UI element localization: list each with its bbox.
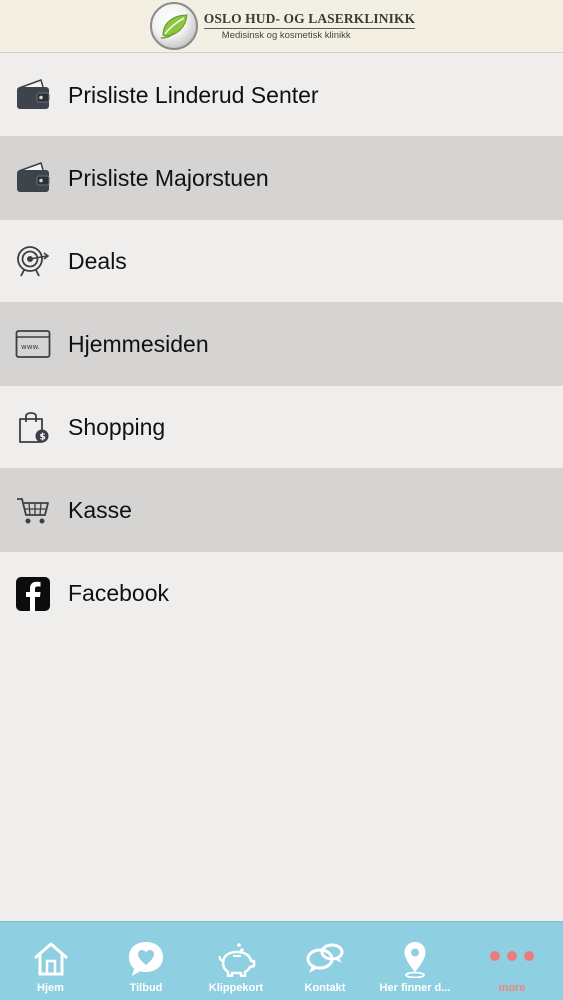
menu-item-shopping[interactable]: $ Shopping — [0, 386, 563, 469]
menu-item-label: Kasse — [68, 496, 132, 523]
more-dots-icon — [490, 937, 534, 981]
tab-label: Hjem — [37, 982, 64, 994]
shopping-bag-icon: $ — [15, 409, 51, 445]
menu-item-deals[interactable]: Deals — [0, 220, 563, 303]
chat-bubbles-icon — [305, 937, 345, 981]
target-icon — [15, 243, 51, 279]
piggy-bank-icon — [215, 937, 257, 981]
facebook-icon — [15, 576, 51, 612]
menu-list: Prisliste Linderud Senter Prisliste Majo… — [0, 54, 563, 635]
menu-item-prisliste-linderud[interactable]: Prisliste Linderud Senter — [0, 54, 563, 137]
menu-item-hjemmesiden[interactable]: www. Hjemmesiden — [0, 303, 563, 386]
map-pin-icon — [402, 937, 428, 981]
tab-label: more — [498, 982, 526, 994]
tab-kontakt[interactable]: Kontakt — [281, 922, 369, 1000]
tab-tilbud[interactable]: Tilbud — [101, 922, 191, 1000]
menu-item-label: Shopping — [68, 413, 166, 440]
wallet-icon — [15, 160, 51, 196]
bottom-tab-bar: Hjem Tilbud Klippekort Kontakt Her finne… — [0, 921, 563, 1000]
menu-item-label: Prisliste Majorstuen — [68, 164, 269, 191]
tab-her-finner-du-oss[interactable]: Her finner d... — [369, 922, 461, 1000]
svg-text:$: $ — [40, 433, 46, 443]
menu-item-prisliste-majorstuen[interactable]: Prisliste Majorstuen — [0, 137, 563, 220]
menu-item-label: Hjemmesiden — [68, 330, 209, 357]
logo-title: OSLO HUD- OG LASERKLINIKK — [203, 12, 416, 29]
tab-more[interactable]: more — [461, 922, 563, 1000]
app-header: OSLO HUD- OG LASERKLINIKK Medisinsk og k… — [0, 0, 563, 53]
menu-item-label: Facebook — [68, 580, 170, 606]
svg-text:www.: www. — [21, 343, 40, 351]
tab-label: Klippekort — [208, 982, 264, 994]
logo-subtitle: Medisinsk og kosmetisk klinikk — [221, 29, 351, 41]
leaf-logo-icon — [149, 2, 198, 50]
tab-klippekort[interactable]: Klippekort — [191, 922, 281, 1000]
tab-label: Tilbud — [129, 982, 163, 994]
tab-hjem[interactable]: Hjem — [0, 922, 101, 1000]
cart-icon — [15, 492, 51, 528]
heart-bubble-icon — [127, 937, 165, 981]
home-icon — [32, 937, 70, 981]
menu-item-facebook[interactable]: Facebook — [0, 552, 563, 635]
clinic-logo: OSLO HUD- OG LASERKLINIKK Medisinsk og k… — [149, 2, 416, 50]
browser-window-icon: www. — [15, 326, 51, 362]
menu-item-kasse[interactable]: Kasse — [0, 469, 563, 552]
tab-label: Her finner d... — [379, 982, 451, 994]
wallet-icon — [15, 77, 51, 113]
menu-item-label: Deals — [68, 247, 127, 274]
menu-item-label: Prisliste Linderud Senter — [68, 81, 319, 108]
tab-label: Kontakt — [304, 982, 346, 994]
